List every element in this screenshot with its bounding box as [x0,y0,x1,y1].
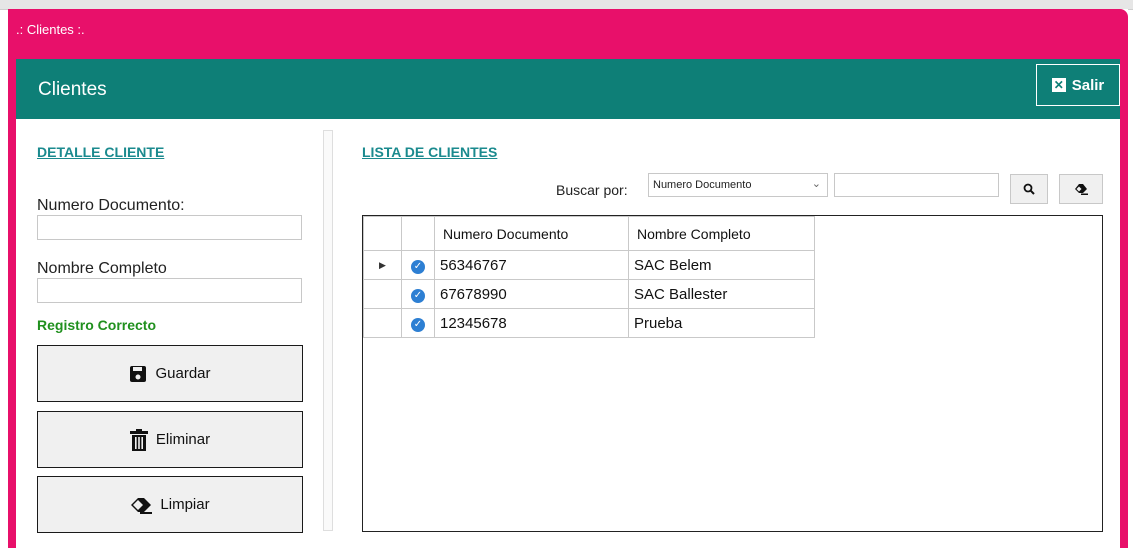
table-row[interactable]: ✓ 67678990 SAC Ballester [363,279,815,309]
current-row-arrow-icon: ▶ [363,250,402,280]
name-cell[interactable]: SAC Ballester [628,279,815,309]
page-title: Clientes [38,79,107,100]
check-icon: ✓ [411,289,425,303]
delete-button[interactable]: Eliminar [37,411,303,468]
check-icon: ✓ [411,260,425,274]
trash-icon [129,428,148,451]
header-bar: Clientes [16,59,1120,119]
row-header-corner [363,216,402,251]
check-column-header [401,216,435,251]
delete-button-label: Eliminar [155,431,211,448]
search-icon [1023,183,1035,195]
window-title: .: Clientes :. [16,22,85,37]
search-button[interactable] [1010,174,1048,204]
window-frame-left [8,59,16,548]
eraser-icon [131,497,153,514]
search-by-select[interactable]: Numero Documento ⌄ [648,173,828,197]
doc-cell[interactable]: 56346767 [434,250,629,280]
doc-number-input[interactable] [37,215,302,240]
list-section-title: LISTA DE CLIENTES [362,144,498,160]
full-name-label: Nombre Completo [37,260,167,277]
name-cell[interactable]: Prueba [628,308,815,338]
doc-cell[interactable]: 12345678 [434,308,629,338]
row-header [363,279,402,309]
clear-button[interactable]: Limpiar [37,476,303,533]
clear-button-label: Limpiar [160,496,210,513]
full-name-input[interactable] [37,278,302,303]
detail-section-title: DETALLE CLIENTE [37,144,165,160]
table-header-row: Numero Documento Nombre Completo [363,216,815,251]
clients-grid[interactable]: Numero Documento Nombre Completo ▶ ✓ 563… [362,215,1103,532]
clear-search-button[interactable] [1059,174,1103,204]
row-header [363,308,402,338]
exit-button-label: Salir [1071,76,1105,94]
column-header-name[interactable]: Nombre Completo [628,216,815,251]
window-titlebar[interactable]: .: Clientes :. [8,9,1128,59]
save-button[interactable]: Guardar [37,345,303,402]
search-input[interactable] [834,173,999,197]
panel-divider[interactable] [323,130,333,531]
exit-button[interactable]: ✕ Salir [1036,64,1120,106]
check-icon: ✓ [411,318,425,332]
column-header-doc[interactable]: Numero Documento [434,216,629,251]
save-button-label: Guardar [155,365,211,382]
doc-number-label: Numero Documento: [37,197,185,214]
table-row[interactable]: ✓ 12345678 Prueba [363,308,815,338]
search-by-label: Buscar por: [556,182,628,198]
window-frame-right [1120,59,1128,548]
chevron-down-icon: ⌄ [811,178,821,190]
clients-table: Numero Documento Nombre Completo ▶ ✓ 563… [363,216,815,338]
close-box-icon: ✕ [1051,78,1066,92]
floppy-disk-icon [130,365,147,382]
eraser-icon [1075,184,1088,195]
status-message: Registro Correcto [37,317,157,333]
name-cell[interactable]: SAC Belem [628,250,815,280]
table-row[interactable]: ▶ ✓ 56346767 SAC Belem [363,250,815,280]
doc-cell[interactable]: 67678990 [434,279,629,309]
search-by-selected: Numero Documento [653,179,752,191]
